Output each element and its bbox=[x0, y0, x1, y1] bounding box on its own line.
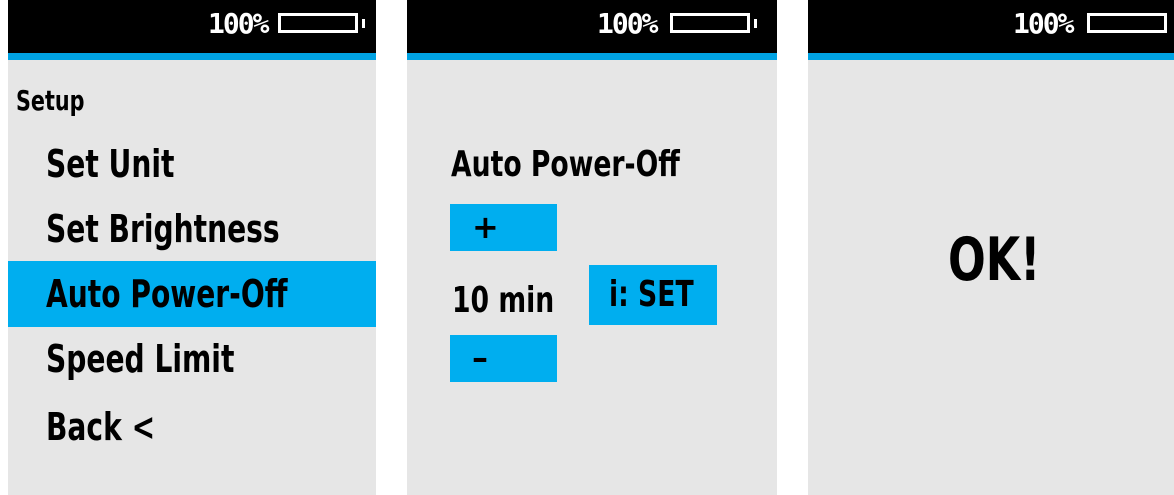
menu-item-back[interactable]: Back < bbox=[8, 394, 376, 460]
battery-icon bbox=[278, 13, 358, 33]
confirmation-screen: 100% OK! bbox=[808, 0, 1174, 495]
menu-item-set-brightness[interactable]: Set Brightness bbox=[8, 196, 376, 262]
menu-item-auto-power-off[interactable]: Auto Power-Off bbox=[8, 261, 376, 327]
set-button[interactable]: i: SET bbox=[589, 265, 717, 325]
battery-icon bbox=[1087, 13, 1167, 33]
battery-tip-icon bbox=[754, 19, 757, 28]
decrease-button[interactable]: – bbox=[450, 335, 557, 382]
status-bar: 100% bbox=[808, 0, 1174, 60]
battery-percent: 100% bbox=[208, 7, 269, 40]
menu-item-speed-limit[interactable]: Speed Limit bbox=[8, 326, 376, 392]
battery-percent: 100% bbox=[1013, 7, 1074, 40]
battery-tip-icon bbox=[362, 19, 365, 28]
power-off-value: 10 min bbox=[452, 280, 555, 321]
auto-power-off-title: Auto Power-Off bbox=[451, 144, 680, 185]
status-bar: 100% bbox=[8, 0, 376, 60]
confirmation-message: OK! bbox=[948, 225, 1041, 295]
setup-title: Setup bbox=[16, 84, 85, 117]
setup-menu-screen: 100% Setup Set Unit Set Brightness Auto … bbox=[8, 0, 376, 495]
battery-icon bbox=[670, 13, 750, 33]
menu-item-set-unit[interactable]: Set Unit bbox=[8, 131, 376, 197]
status-bar: 100% bbox=[407, 0, 777, 60]
auto-power-off-screen: 100% Auto Power-Off + 10 min i: SET – bbox=[407, 0, 777, 495]
increase-button[interactable]: + bbox=[450, 204, 557, 251]
battery-percent: 100% bbox=[597, 7, 658, 40]
